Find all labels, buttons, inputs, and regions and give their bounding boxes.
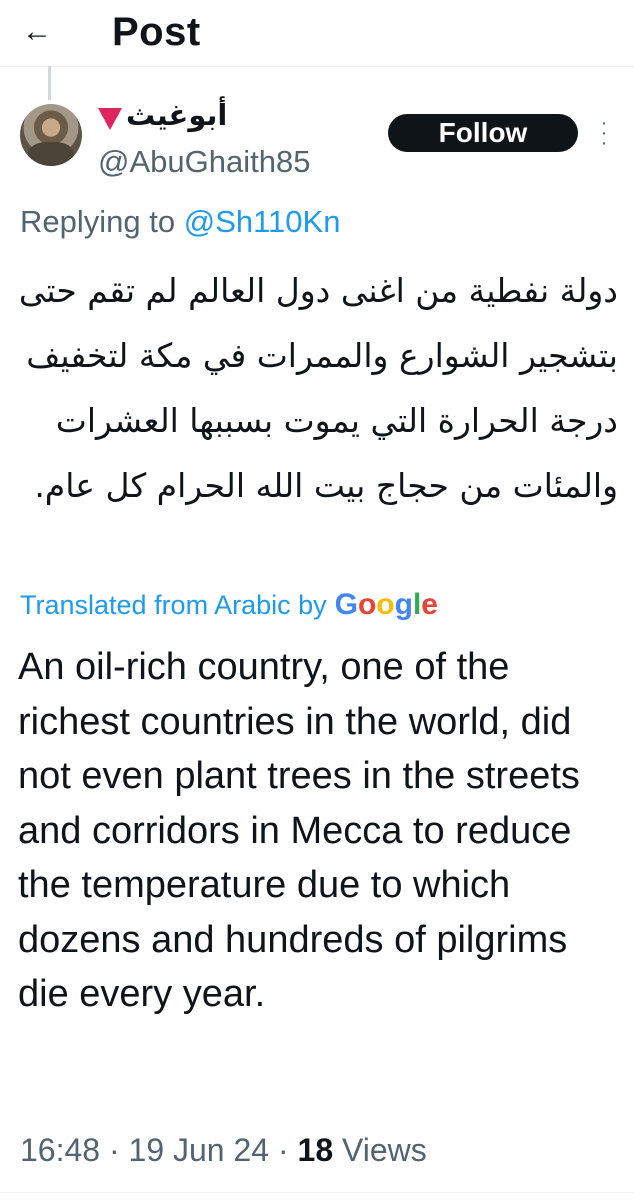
post-date[interactable]: 19 Jun 24	[129, 1132, 270, 1168]
divider	[0, 1192, 634, 1193]
thread-connector-line	[48, 66, 51, 100]
post-meta: 16:48 · 19 Jun 24 · 18 Views	[20, 1132, 427, 1168]
views-label: Views	[342, 1132, 427, 1168]
google-logo: Google	[334, 588, 438, 621]
author-handle[interactable]: @AbuGhaith85	[98, 144, 310, 180]
top-bar: ← Post	[0, 0, 634, 67]
replying-to: Replying to @Sh110Kn	[20, 204, 340, 240]
red-triangle-icon	[98, 107, 122, 130]
page-title: Post	[112, 10, 201, 54]
replying-prefix: Replying to	[20, 204, 176, 239]
translation-label: Translated from Arabic by	[20, 589, 327, 620]
follow-button[interactable]: Follow	[388, 114, 578, 152]
author-name-row[interactable]: أبوغيث	[98, 98, 227, 133]
post-text-arabic: دولة نفطية من اغنى دول العالم لم تقم حتى…	[18, 271, 618, 505]
arrow-left-icon[interactable]: ←	[22, 14, 62, 50]
reply-mention-link[interactable]: @Sh110Kn	[184, 204, 341, 239]
author-name[interactable]: أبوغيث	[126, 98, 227, 133]
avatar[interactable]	[20, 104, 82, 166]
translation-attribution[interactable]: Translated from Arabic by Google	[20, 588, 438, 622]
post-time[interactable]: 16:48	[20, 1132, 100, 1168]
post-text-translation: An oil-rich country, one of the richest …	[18, 646, 580, 1015]
more-vertical-icon[interactable]: · · ·	[592, 113, 616, 153]
views-count: 18	[297, 1132, 334, 1168]
